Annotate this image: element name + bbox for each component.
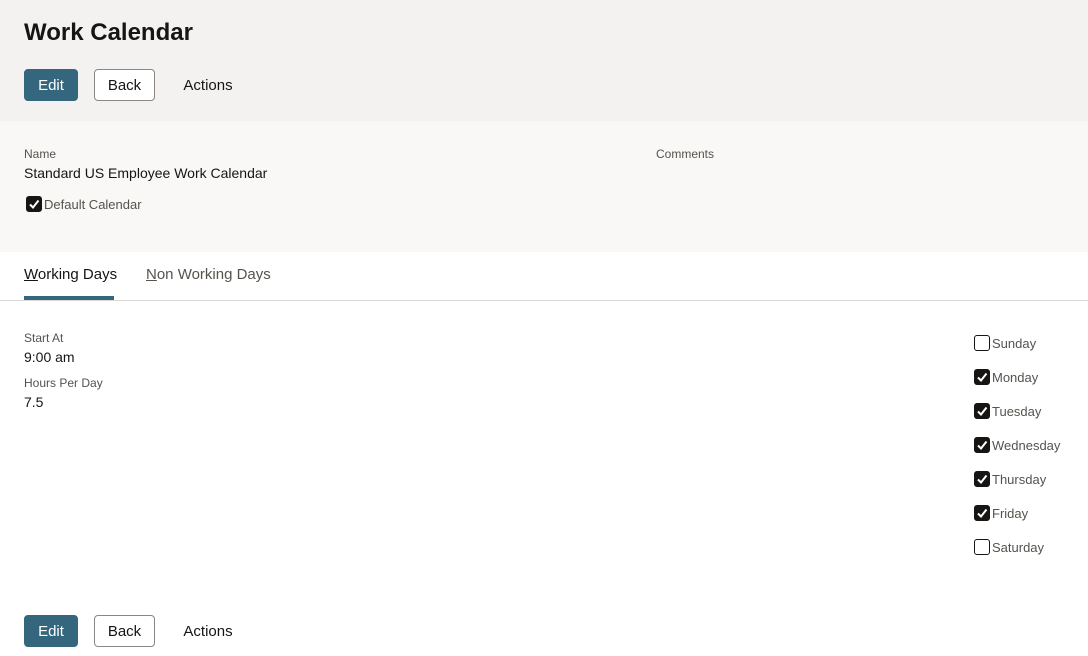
calendar-details: Name Standard US Employee Work Calendar … bbox=[0, 121, 1088, 252]
weekday-label: Saturday bbox=[992, 540, 1045, 555]
name-value: Standard US Employee Work Calendar bbox=[24, 165, 268, 181]
active-tab-indicator bbox=[24, 296, 114, 300]
weekday-label: Tuesday bbox=[992, 404, 1042, 419]
actions-menu-button[interactable]: Actions bbox=[172, 69, 244, 101]
weekday-checkbox-sunday[interactable] bbox=[974, 335, 990, 351]
hours-per-day-value: 7.5 bbox=[24, 394, 44, 410]
weekday-label: Monday bbox=[992, 370, 1039, 385]
checkmark-icon bbox=[977, 474, 988, 485]
footer-actions-menu-button[interactable]: Actions bbox=[172, 615, 244, 647]
start-at-value: 9:00 am bbox=[24, 349, 75, 365]
weekday-checkbox-monday[interactable] bbox=[974, 369, 990, 385]
checkmark-icon bbox=[977, 508, 988, 519]
checkmark-icon bbox=[29, 199, 40, 210]
weekday-checkbox-wednesday[interactable] bbox=[974, 437, 990, 453]
start-at-label: Start At bbox=[24, 331, 64, 345]
tab-non-working-days[interactable]: Non Working Days bbox=[146, 266, 271, 283]
edit-button[interactable]: Edit bbox=[24, 69, 78, 101]
name-label: Name bbox=[24, 147, 57, 161]
page-header: Work Calendar Edit Back Actions bbox=[0, 0, 1088, 121]
weekday-checkbox-saturday[interactable] bbox=[974, 539, 990, 555]
default-calendar-label: Default Calendar bbox=[44, 197, 142, 212]
hours-per-day-label: Hours Per Day bbox=[24, 376, 103, 390]
weekday-label: Friday bbox=[992, 506, 1029, 521]
weekday-checkbox-friday[interactable] bbox=[974, 505, 990, 521]
weekday-label: Sunday bbox=[992, 336, 1037, 351]
weekday-checkbox-tuesday[interactable] bbox=[974, 403, 990, 419]
weekday-label: Wednesday bbox=[992, 438, 1061, 453]
tab-bar: Working Days Non Working Days bbox=[0, 252, 1088, 301]
default-calendar-checkbox[interactable] bbox=[26, 196, 42, 212]
footer-back-button[interactable]: Back bbox=[94, 615, 155, 647]
tab-working-days[interactable]: Working Days bbox=[24, 266, 117, 283]
footer-edit-button[interactable]: Edit bbox=[24, 615, 78, 647]
weekday-checkbox-thursday[interactable] bbox=[974, 471, 990, 487]
checkmark-icon bbox=[977, 372, 988, 383]
weekday-label: Thursday bbox=[992, 472, 1047, 487]
comments-label: Comments bbox=[656, 147, 715, 161]
back-button[interactable]: Back bbox=[94, 69, 155, 101]
checkmark-icon bbox=[977, 440, 988, 451]
page-title: Work Calendar bbox=[24, 19, 193, 46]
checkmark-icon bbox=[977, 406, 988, 417]
